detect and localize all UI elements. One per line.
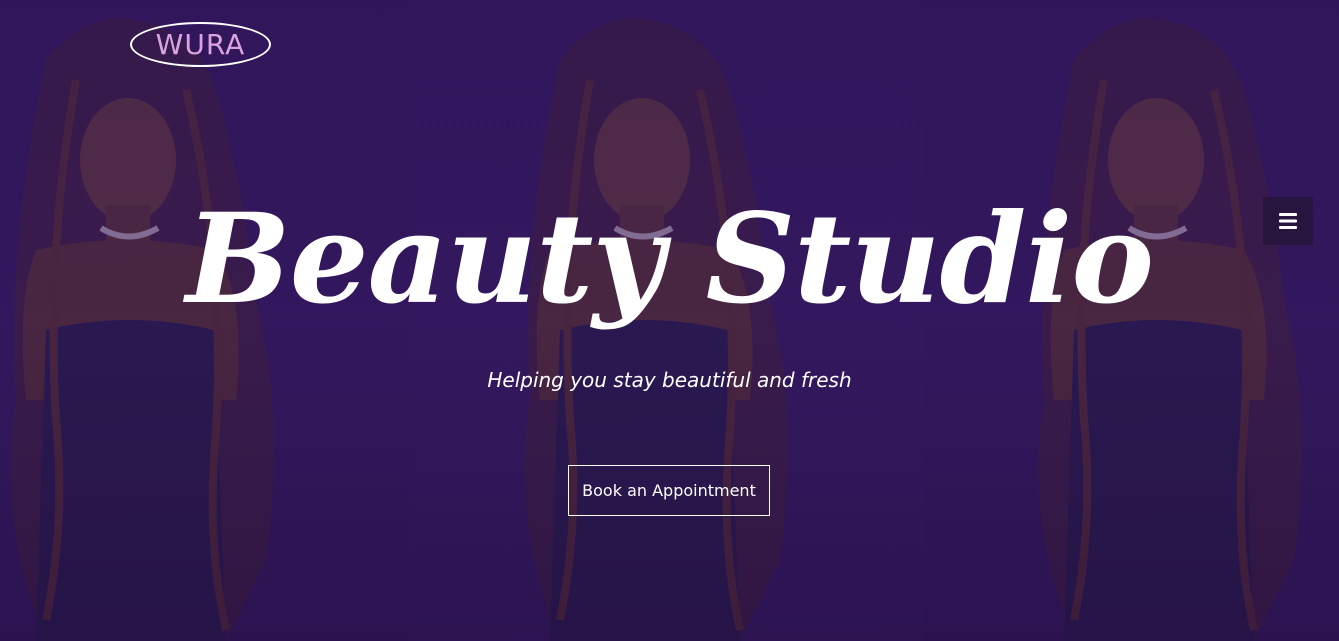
hero-title: Beauty Studio bbox=[185, 187, 1154, 332]
book-appointment-button[interactable]: Book an Appointment bbox=[568, 465, 770, 516]
brand-logo[interactable]: WURA bbox=[130, 22, 271, 67]
brand-logo-text: WURA bbox=[155, 27, 246, 61]
hero-subtitle: Helping you stay beautiful and fresh bbox=[487, 368, 852, 392]
hero-section: WURA Beauty Studio Helping you stay beau… bbox=[0, 0, 1339, 641]
